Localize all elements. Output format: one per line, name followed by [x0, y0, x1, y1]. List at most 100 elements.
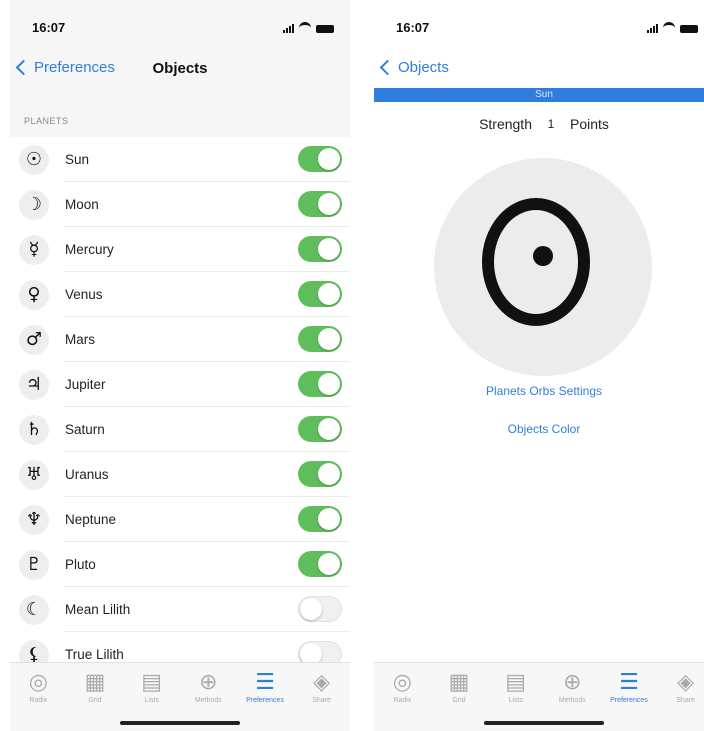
planet-name: Mars: [65, 332, 95, 347]
planet-toggle[interactable]: [298, 596, 342, 622]
objects-screen: 16:07 Preferences Objects PLANETS ☉ Sun ☽ M…: [10, 0, 350, 731]
planet-symbol-icon: ♂: [19, 324, 49, 355]
tab-label: Preferences: [610, 697, 648, 704]
planet-symbol-icon: ☉: [19, 144, 49, 175]
wifi-icon: [299, 22, 311, 33]
planet-toggle[interactable]: [298, 146, 342, 172]
status-icons: [647, 22, 698, 33]
tab-radix[interactable]: ◎ Radix: [374, 669, 430, 704]
tab-label: Lists: [508, 697, 523, 704]
tab-methods[interactable]: ⊕ Methods: [544, 669, 600, 704]
tab-methods[interactable]: ⊕ Methods: [180, 669, 236, 704]
tab-preferences[interactable]: ☰ Preferences: [237, 669, 293, 704]
radix-tab-icon: ◎: [28, 670, 48, 695]
planet-toggle[interactable]: [298, 191, 342, 217]
status-time: 16:07: [396, 20, 430, 35]
planet-toggle[interactable]: [298, 281, 342, 307]
planet-toggle[interactable]: [298, 416, 342, 442]
status-icons: [283, 22, 334, 33]
back-button[interactable]: Objects: [379, 59, 449, 76]
planet-name: Neptune: [65, 512, 117, 527]
toggle-knob: [318, 553, 340, 575]
points-label: Points: [570, 116, 609, 132]
signal-icon: [647, 24, 658, 33]
back-label: Preferences: [34, 59, 115, 76]
grid-tab-icon: ▦: [84, 670, 106, 695]
planet-row: ♀ Venus: [10, 272, 350, 317]
planet-symbol-icon: ♇: [19, 549, 49, 580]
planet-toggle[interactable]: [298, 461, 342, 487]
planet-toggle[interactable]: [298, 371, 342, 397]
tab-label: Share: [676, 697, 695, 704]
toggle-knob: [318, 283, 340, 305]
tab-grid[interactable]: ▦ Grid: [431, 669, 487, 704]
lists-tab-icon: ▤: [141, 670, 163, 695]
planet-toggle[interactable]: [298, 506, 342, 532]
chevron-left-icon: [15, 59, 32, 76]
planet-name: Mean Lilith: [65, 602, 131, 617]
planets-orbs-settings-link[interactable]: Planets Orbs Settings: [374, 384, 704, 398]
status-bar: 16:07: [374, 0, 704, 50]
home-indicator: [484, 721, 604, 725]
battery-icon: [316, 25, 334, 33]
tab-lists[interactable]: ▤ Lists: [124, 669, 180, 704]
section-header: PLANETS: [24, 116, 69, 126]
planet-name: Moon: [65, 197, 99, 212]
planet-name: Jupiter: [65, 377, 106, 392]
planet-row: ☾ Mean Lilith: [10, 587, 350, 632]
tab-preferences[interactable]: ☰ Preferences: [601, 669, 657, 704]
planet-row: ☿ Mercury: [10, 227, 350, 272]
planet-symbol-icon: ☾: [19, 594, 49, 625]
preferences-tab-icon: ☰: [619, 670, 639, 695]
toggle-knob: [318, 463, 340, 485]
tabs: ◎ Radix ▦ Grid ▤ Lists ⊕ Methods ☰ Preferences ◈ Sh…: [374, 663, 704, 704]
planet-name: Mercury: [65, 242, 114, 257]
grid-tab-icon: ▦: [448, 670, 470, 695]
status-bar: 16:07: [10, 0, 350, 50]
radix-tab-icon: ◎: [392, 670, 412, 695]
methods-tab-icon: ⊕: [199, 670, 218, 695]
planet-name: Uranus: [65, 467, 109, 482]
share-tab-icon: ◈: [677, 670, 695, 695]
planet-list: ☉ Sun ☽ Moon ☿ Mercury ♀ Venus ♂ Mars ♃ Jupiter ♄ Sat…: [10, 137, 350, 677]
planet-symbol-icon: ♀: [19, 279, 49, 310]
back-button[interactable]: Preferences: [15, 59, 115, 76]
tab-share[interactable]: ◈ Share: [294, 669, 350, 704]
tab-radix[interactable]: ◎ Radix: [10, 669, 66, 704]
sun-symbol-dot: [533, 246, 553, 266]
planet-symbol-icon: ☿: [19, 234, 49, 265]
tab-share[interactable]: ◈ Share: [658, 669, 704, 704]
toggle-knob: [318, 373, 340, 395]
sun-detail-screen: 16:07 Objects Sun Strength 1 Points Plan…: [374, 0, 704, 731]
tab-grid[interactable]: ▦ Grid: [67, 669, 123, 704]
objects-color-link[interactable]: Objects Color: [374, 422, 704, 436]
planet-name: Venus: [65, 287, 103, 302]
planet-toggle[interactable]: [298, 236, 342, 262]
planet-toggle[interactable]: [298, 551, 342, 577]
wifi-icon: [663, 22, 675, 33]
tab-label: Share: [312, 697, 331, 704]
tab-label: Lists: [144, 697, 159, 704]
planet-row: ♂ Mars: [10, 317, 350, 362]
tab-label: Grid: [88, 697, 102, 704]
planet-name: Sun: [65, 152, 90, 167]
tab-label: Grid: [452, 697, 466, 704]
strength-row: Strength 1 Points: [374, 116, 704, 132]
planet-symbol-icon: ♃: [19, 369, 49, 400]
toggle-knob: [318, 328, 340, 350]
planet-symbol-icon: ☽: [19, 189, 49, 220]
status-time: 16:07: [32, 20, 66, 35]
share-tab-icon: ◈: [313, 670, 331, 695]
lists-tab-icon: ▤: [505, 670, 527, 695]
planet-name: True Lilith: [65, 647, 124, 662]
planet-name: Saturn: [65, 422, 105, 437]
tab-lists[interactable]: ▤ Lists: [488, 669, 544, 704]
chevron-left-icon: [379, 59, 396, 76]
tab-bar: ◎ Radix ▦ Grid ▤ Lists ⊕ Methods ☰ Preferences ◈ Sh…: [10, 662, 350, 731]
planet-row: ♄ Saturn: [10, 407, 350, 452]
strength-value-field[interactable]: 1: [544, 117, 558, 131]
battery-icon: [680, 25, 698, 33]
toggle-knob: [318, 508, 340, 530]
planet-toggle[interactable]: [298, 326, 342, 352]
planet-row: ☽ Moon: [10, 182, 350, 227]
